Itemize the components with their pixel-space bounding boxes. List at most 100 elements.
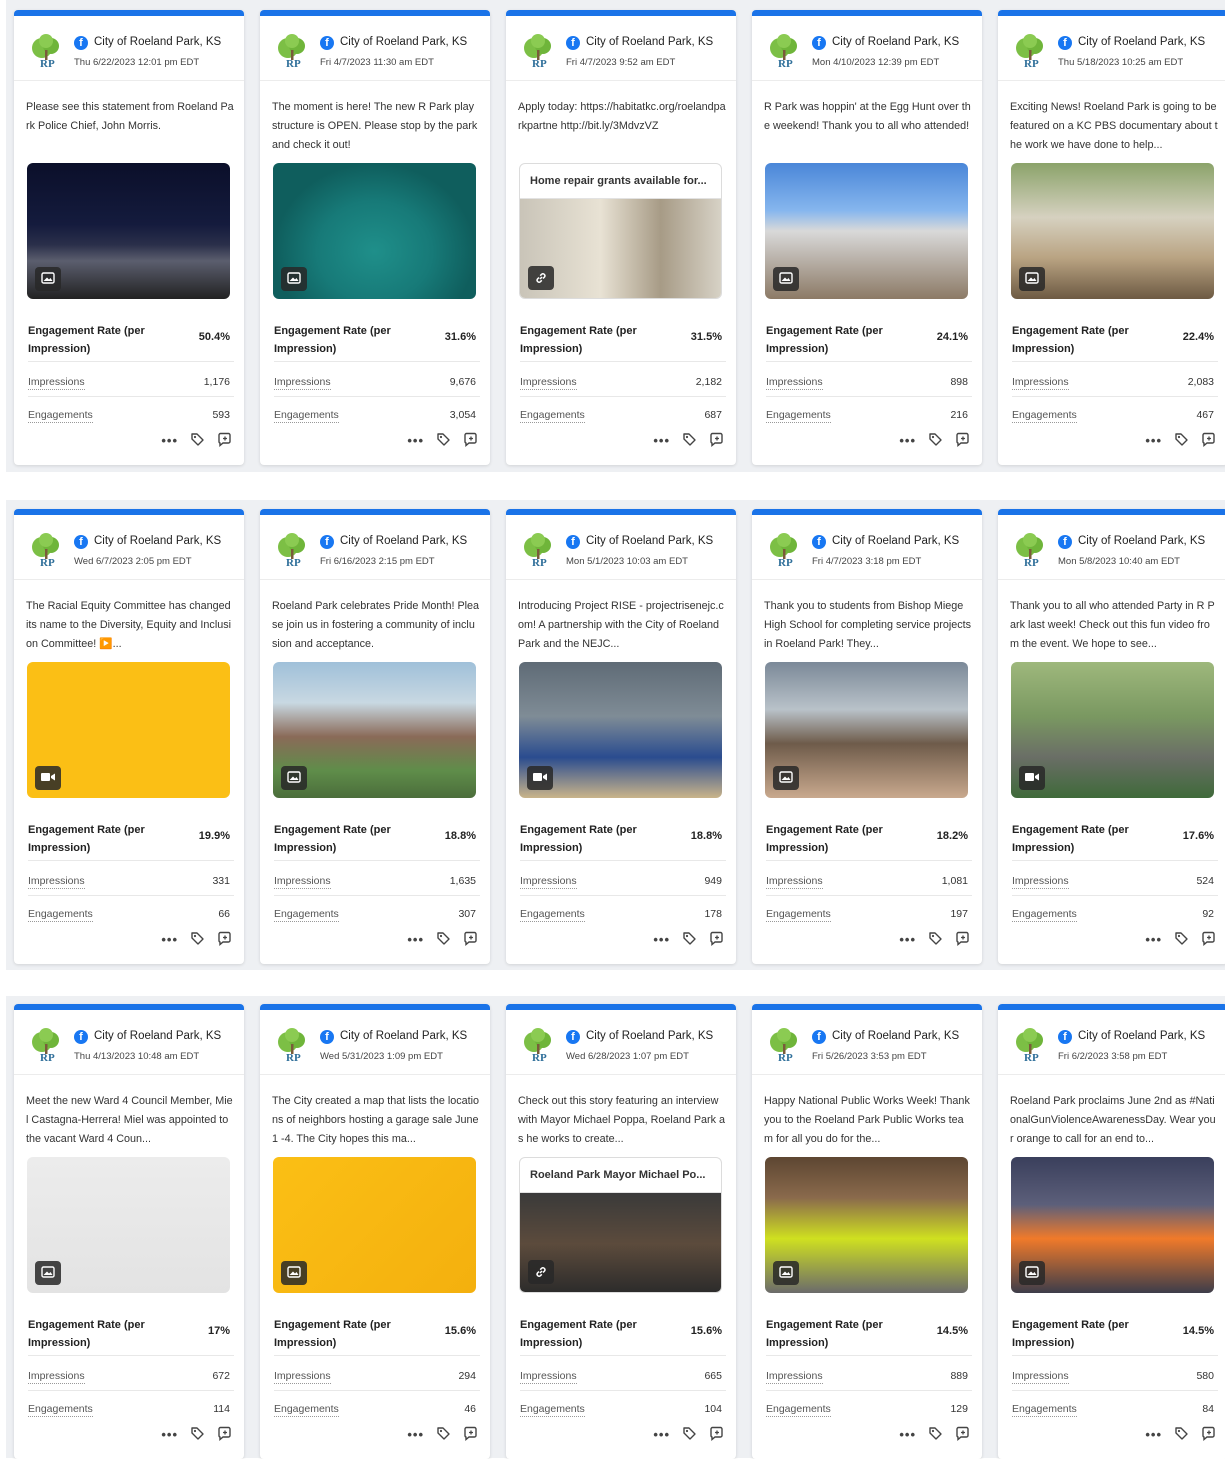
more-options-icon[interactable]: •••: [653, 933, 670, 947]
tag-icon[interactable]: [436, 1426, 451, 1444]
more-options-icon[interactable]: •••: [161, 933, 178, 947]
post-card[interactable]: RP f City of Roeland Park, KS Fri 4/7/2023 …: [752, 509, 982, 964]
reply-icon[interactable]: [1201, 931, 1216, 949]
engagements-label[interactable]: Engagements: [1012, 1403, 1077, 1417]
post-card[interactable]: RP f City of Roeland Park, KS Fri 6/2/2023 …: [998, 1004, 1225, 1459]
page-name[interactable]: City of Roeland Park, KS: [586, 535, 713, 547]
engagements-label[interactable]: Engagements: [766, 1403, 831, 1417]
post-card[interactable]: RP f City of Roeland Park, KS Fri 4/7/2023 …: [260, 10, 490, 465]
page-name[interactable]: City of Roeland Park, KS: [340, 36, 467, 48]
engagements-label[interactable]: Engagements: [274, 409, 339, 423]
impressions-label[interactable]: Impressions: [766, 1370, 823, 1384]
tag-icon[interactable]: [190, 1426, 205, 1444]
page-name[interactable]: City of Roeland Park, KS: [586, 36, 713, 48]
reply-icon[interactable]: [1201, 1426, 1216, 1444]
more-options-icon[interactable]: •••: [899, 933, 916, 947]
reply-icon[interactable]: [1201, 432, 1216, 450]
post-thumbnail[interactable]: [1011, 163, 1214, 299]
page-name[interactable]: City of Roeland Park, KS: [94, 36, 221, 48]
post-card[interactable]: RP f City of Roeland Park, KS Fri 5/26/2023…: [752, 1004, 982, 1459]
reply-icon[interactable]: [955, 931, 970, 949]
page-name[interactable]: City of Roeland Park, KS: [1078, 535, 1205, 547]
page-name[interactable]: City of Roeland Park, KS: [340, 1030, 467, 1042]
engagements-label[interactable]: Engagements: [1012, 908, 1077, 922]
tag-icon[interactable]: [190, 931, 205, 949]
engagements-label[interactable]: Engagements: [520, 908, 585, 922]
impressions-label[interactable]: Impressions: [28, 376, 85, 390]
engagements-label[interactable]: Engagements: [766, 409, 831, 423]
impressions-label[interactable]: Impressions: [520, 1370, 577, 1384]
reply-icon[interactable]: [217, 1426, 232, 1444]
engagements-label[interactable]: Engagements: [520, 1403, 585, 1417]
post-card[interactable]: RP f City of Roeland Park, KS Mon 4/10/2023…: [752, 10, 982, 465]
post-card[interactable]: RP f City of Roeland Park, KS Thu 4/13/2023…: [14, 1004, 244, 1459]
post-thumbnail[interactable]: [765, 662, 968, 798]
reply-icon[interactable]: [217, 432, 232, 450]
post-card[interactable]: RP f City of Roeland Park, KS Mon 5/1/2023 …: [506, 509, 736, 964]
post-card[interactable]: RP f City of Roeland Park, KS Wed 5/31/2023…: [260, 1004, 490, 1459]
more-options-icon[interactable]: •••: [161, 434, 178, 448]
tag-icon[interactable]: [1174, 432, 1189, 450]
link-preview[interactable]: Roeland Park Mayor Michael Po...: [519, 1157, 722, 1293]
engagements-label[interactable]: Engagements: [28, 908, 93, 922]
tag-icon[interactable]: [1174, 931, 1189, 949]
page-name[interactable]: City of Roeland Park, KS: [832, 535, 959, 547]
engagements-label[interactable]: Engagements: [274, 908, 339, 922]
engagements-label[interactable]: Engagements: [28, 1403, 93, 1417]
post-thumbnail[interactable]: [765, 163, 968, 299]
post-thumbnail[interactable]: [1011, 662, 1214, 798]
reply-icon[interactable]: [709, 931, 724, 949]
tag-icon[interactable]: [928, 931, 943, 949]
page-name[interactable]: City of Roeland Park, KS: [832, 36, 959, 48]
more-options-icon[interactable]: •••: [1145, 1428, 1162, 1442]
more-options-icon[interactable]: •••: [1145, 933, 1162, 947]
engagements-label[interactable]: Engagements: [520, 409, 585, 423]
impressions-label[interactable]: Impressions: [28, 1370, 85, 1384]
page-name[interactable]: City of Roeland Park, KS: [586, 1030, 713, 1042]
impressions-label[interactable]: Impressions: [274, 1370, 331, 1384]
post-thumbnail[interactable]: [1011, 1157, 1214, 1293]
impressions-label[interactable]: Impressions: [274, 875, 331, 889]
more-options-icon[interactable]: •••: [407, 933, 424, 947]
tag-icon[interactable]: [436, 931, 451, 949]
post-thumbnail[interactable]: [273, 163, 476, 299]
reply-icon[interactable]: [463, 1426, 478, 1444]
tag-icon[interactable]: [436, 432, 451, 450]
reply-icon[interactable]: [709, 1426, 724, 1444]
post-thumbnail[interactable]: [519, 662, 722, 798]
tag-icon[interactable]: [928, 1426, 943, 1444]
engagements-label[interactable]: Engagements: [1012, 409, 1077, 423]
post-card[interactable]: RP f City of Roeland Park, KS Wed 6/7/2023 …: [14, 509, 244, 964]
more-options-icon[interactable]: •••: [1145, 434, 1162, 448]
tag-icon[interactable]: [682, 1426, 697, 1444]
more-options-icon[interactable]: •••: [653, 434, 670, 448]
impressions-label[interactable]: Impressions: [520, 875, 577, 889]
post-card[interactable]: RP f City of Roeland Park, KS Fri 4/7/2023 …: [506, 10, 736, 465]
page-name[interactable]: City of Roeland Park, KS: [94, 535, 221, 547]
page-name[interactable]: City of Roeland Park, KS: [832, 1030, 959, 1042]
post-card[interactable]: RP f City of Roeland Park, KS Wed 6/28/2023…: [506, 1004, 736, 1459]
page-name[interactable]: City of Roeland Park, KS: [94, 1030, 221, 1042]
impressions-label[interactable]: Impressions: [28, 875, 85, 889]
more-options-icon[interactable]: •••: [161, 1428, 178, 1442]
post-card[interactable]: RP f City of Roeland Park, KS Thu 5/18/2023…: [998, 10, 1225, 465]
engagements-label[interactable]: Engagements: [766, 908, 831, 922]
reply-icon[interactable]: [955, 432, 970, 450]
post-thumbnail[interactable]: [27, 662, 230, 798]
engagements-label[interactable]: Engagements: [274, 1403, 339, 1417]
post-thumbnail[interactable]: [273, 1157, 476, 1293]
engagements-label[interactable]: Engagements: [28, 409, 93, 423]
tag-icon[interactable]: [928, 432, 943, 450]
more-options-icon[interactable]: •••: [899, 434, 916, 448]
impressions-label[interactable]: Impressions: [766, 875, 823, 889]
tag-icon[interactable]: [1174, 1426, 1189, 1444]
more-options-icon[interactable]: •••: [407, 434, 424, 448]
link-preview[interactable]: Home repair grants available for...: [519, 163, 722, 299]
impressions-label[interactable]: Impressions: [1012, 875, 1069, 889]
page-name[interactable]: City of Roeland Park, KS: [1078, 36, 1205, 48]
post-card[interactable]: RP f City of Roeland Park, KS Mon 5/8/2023 …: [998, 509, 1225, 964]
reply-icon[interactable]: [955, 1426, 970, 1444]
impressions-label[interactable]: Impressions: [1012, 376, 1069, 390]
impressions-label[interactable]: Impressions: [766, 376, 823, 390]
page-name[interactable]: City of Roeland Park, KS: [340, 535, 467, 547]
